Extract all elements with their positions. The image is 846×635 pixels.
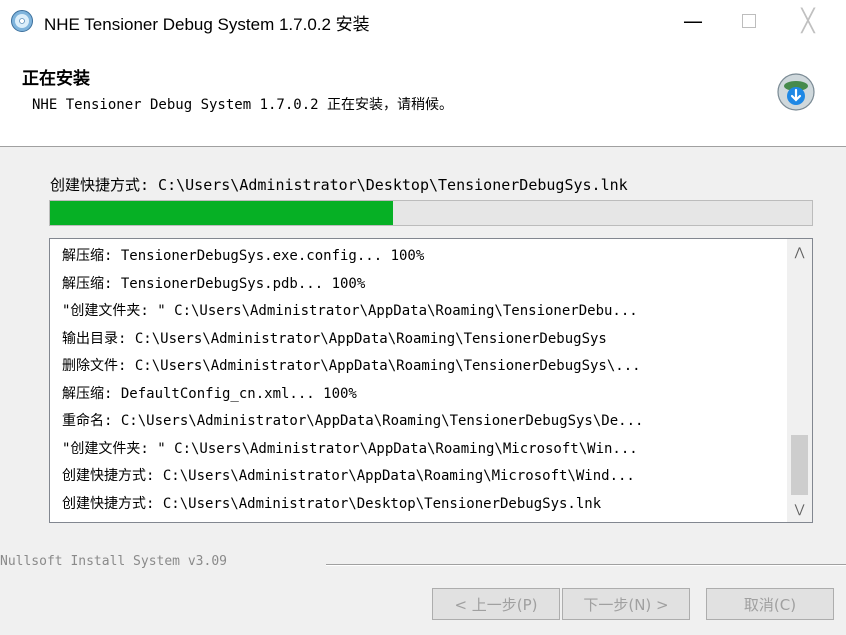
log-line: 删除文件: C:\Users\Administrator\AppData\Roa… xyxy=(62,358,641,374)
maximize-icon xyxy=(742,14,756,28)
log-line: "创建文件夹: " C:\Users\Administrator\AppData… xyxy=(62,303,638,319)
scroll-up-arrow[interactable]: ⋀ xyxy=(787,241,812,263)
log-scrollbar[interactable]: ⋀ ⋁ xyxy=(787,239,812,522)
title-bar[interactable]: NHE Tensioner Debug System 1.7.0.2 安装 — … xyxy=(0,0,846,42)
footer-divider xyxy=(326,564,846,566)
log-line: 解压缩: TensionerDebugSys.pdb... 100% xyxy=(62,275,366,292)
log-line: 解压缩: DefaultConfig_cn.xml... 100% xyxy=(62,385,357,402)
log-line: 创建快捷方式: C:\Users\Administrator\AppData\R… xyxy=(62,468,635,484)
progress-bar xyxy=(49,200,813,226)
log-line: "创建文件夹: " C:\Users\Administrator\AppData… xyxy=(62,440,638,457)
install-log-lines: 解压缩: TensionerDebugSys.exe.config... 100… xyxy=(50,243,786,518)
minimize-icon: — xyxy=(683,9,703,33)
status-text: 创建快捷方式: C:\Users\Administrator\Desktop\T… xyxy=(50,176,628,194)
progress-bar-fill xyxy=(50,201,393,225)
next-button[interactable]: 下一步(N) > xyxy=(562,588,690,620)
installer-cd-download-icon xyxy=(777,73,815,111)
scroll-thumb[interactable] xyxy=(791,435,808,495)
minimize-button[interactable]: — xyxy=(665,0,721,42)
installer-disc-icon xyxy=(11,10,33,32)
log-line: 解压缩: TensionerDebugSys.exe.config... 100… xyxy=(62,248,425,264)
log-line: 输出目录: C:\Users\Administrator\AppData\Roa… xyxy=(62,330,607,347)
log-line: 创建快捷方式: C:\Users\Administrator\Desktop\T… xyxy=(62,495,602,512)
chevron-up-icon: ⋀ xyxy=(794,245,805,259)
branding-text: Nullsoft Install System v3.09 xyxy=(0,554,227,569)
maximize-button[interactable] xyxy=(721,0,777,42)
header-panel: 正在安装 NHE Tensioner Debug System 1.7.0.2 … xyxy=(0,42,846,147)
scroll-down-arrow[interactable]: ⋁ xyxy=(787,498,812,520)
window-title: NHE Tensioner Debug System 1.7.0.2 安装 xyxy=(44,15,370,34)
close-button[interactable]: ╳ xyxy=(777,0,839,42)
page-title: 正在安装 xyxy=(22,69,90,89)
chevron-down-icon: ⋁ xyxy=(794,502,805,516)
page-subtitle: NHE Tensioner Debug System 1.7.0.2 正在安装，… xyxy=(32,97,454,113)
install-log[interactable]: 解压缩: TensionerDebugSys.exe.config... 100… xyxy=(49,238,813,523)
back-button[interactable]: < 上一步(P) xyxy=(432,588,560,620)
close-icon: ╳ xyxy=(801,8,815,34)
log-line: 重命名: C:\Users\Administrator\AppData\Roam… xyxy=(62,413,644,429)
cancel-button[interactable]: 取消(C) xyxy=(706,588,834,620)
